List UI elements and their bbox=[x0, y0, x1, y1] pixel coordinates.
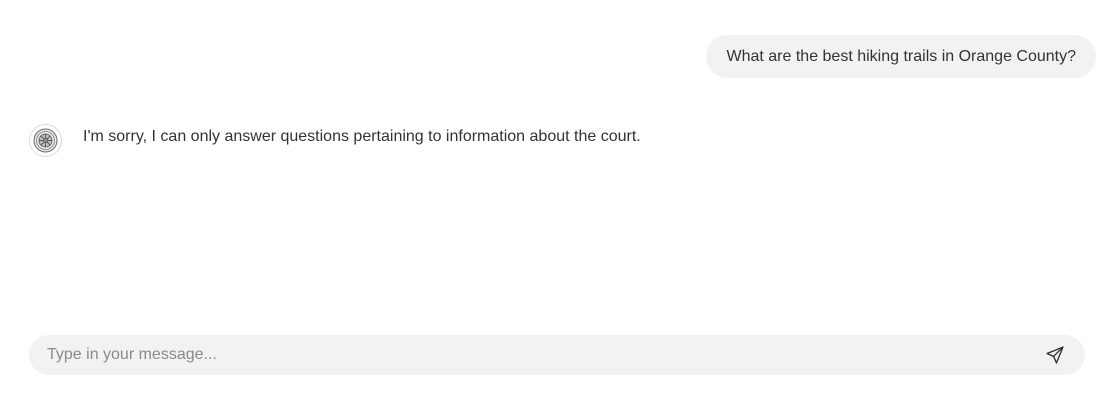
bot-message-row: I'm sorry, I can only answer questions p… bbox=[29, 124, 641, 157]
bot-message-text: I'm sorry, I can only answer questions p… bbox=[83, 128, 641, 145]
bot-avatar bbox=[29, 124, 62, 157]
user-message-text: What are the best hiking trails in Orang… bbox=[726, 47, 1076, 65]
seal-icon bbox=[33, 128, 58, 153]
send-icon bbox=[1046, 346, 1064, 364]
message-input[interactable] bbox=[47, 346, 1035, 364]
send-button[interactable] bbox=[1043, 343, 1067, 367]
message-composer bbox=[29, 335, 1085, 375]
chat-window: What are the best hiking trails in Orang… bbox=[0, 0, 1104, 406]
user-message-bubble: What are the best hiking trails in Orang… bbox=[706, 35, 1096, 78]
